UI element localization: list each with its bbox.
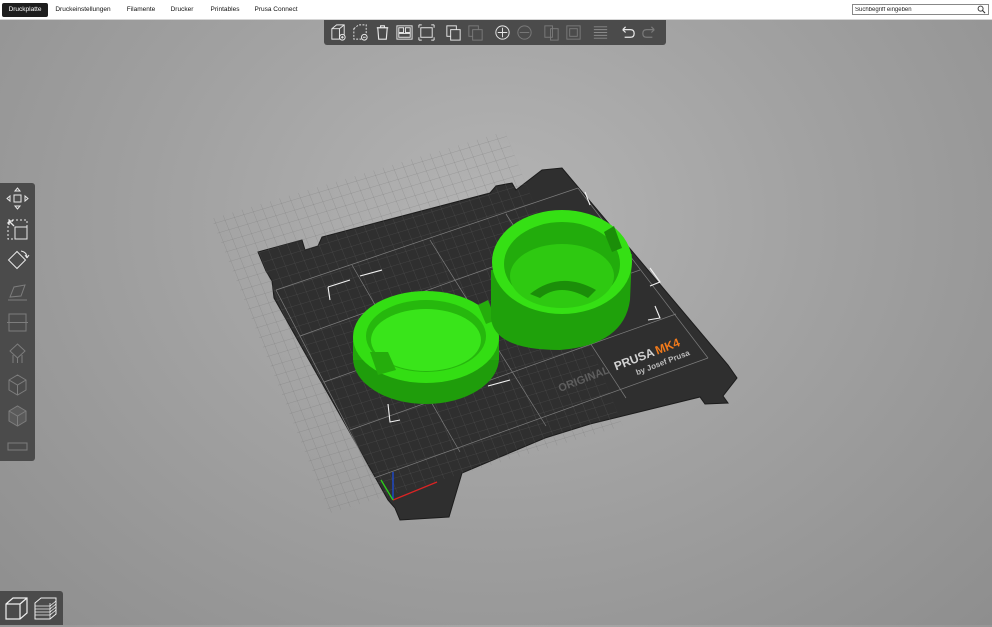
- add-object-icon: [331, 24, 346, 41]
- tab-druckeinstellungen[interactable]: Druckeinstellungen: [52, 3, 114, 17]
- 3d-view-button[interactable]: [3, 595, 30, 622]
- model-disc[interactable]: [353, 291, 499, 404]
- scale-icon: [7, 219, 28, 240]
- redo-button[interactable]: [640, 23, 659, 42]
- cut-icon: [7, 313, 28, 332]
- place-on-face-icon: [8, 284, 27, 301]
- split-to-objects-button[interactable]: [542, 23, 561, 42]
- move-icon: [6, 187, 29, 210]
- preview-icon: [34, 597, 57, 620]
- add-instance-icon: [495, 25, 510, 40]
- remove-instance-button[interactable]: [515, 23, 534, 42]
- tab-drucker[interactable]: Drucker: [166, 3, 198, 17]
- place-on-face-tool[interactable]: [5, 279, 30, 304]
- plater-toolbar: [324, 20, 666, 45]
- search-icon[interactable]: [977, 5, 986, 14]
- view-switch: [0, 591, 63, 625]
- layers-editing-icon: [593, 26, 608, 39]
- model-cup[interactable]: [491, 210, 632, 350]
- tab-filamente[interactable]: Filamente: [122, 3, 160, 17]
- split-to-parts-icon: [566, 25, 581, 40]
- supports-tool[interactable]: [5, 341, 30, 366]
- 3d-scene[interactable]: ORIGINAL PRUSA MK4 by Josef Prusa: [0, 0, 992, 625]
- search-box[interactable]: [852, 4, 989, 15]
- undo-button[interactable]: [618, 23, 637, 42]
- top-tab-bar: Druckplatte Druckeinstellungen Filamente…: [0, 0, 992, 20]
- arrange-icon: [396, 25, 413, 40]
- add-object-button[interactable]: [329, 23, 348, 42]
- mmu-paint-icon: [8, 405, 27, 427]
- delete-all-button[interactable]: [373, 23, 392, 42]
- arrange-selection-button[interactable]: [417, 23, 436, 42]
- search-input[interactable]: [855, 5, 975, 14]
- arrange-selection-icon: [418, 24, 435, 41]
- measure-icon: [7, 442, 28, 451]
- tab-druckplatte[interactable]: Druckplatte: [2, 3, 48, 17]
- move-tool[interactable]: [5, 186, 30, 211]
- rotate-icon: [7, 250, 30, 270]
- layers-editing-button[interactable]: [591, 23, 610, 42]
- undo-icon: [622, 26, 635, 38]
- paste-button[interactable]: [466, 23, 485, 42]
- rotate-tool[interactable]: [5, 248, 30, 273]
- delete-button[interactable]: [351, 23, 370, 42]
- copy-button[interactable]: [444, 23, 463, 42]
- cut-tool[interactable]: [5, 310, 30, 335]
- arrange-button[interactable]: [395, 23, 414, 42]
- add-instance-button[interactable]: [493, 23, 512, 42]
- remove-instance-icon: [517, 25, 532, 40]
- delete-icon: [353, 24, 368, 41]
- scale-tool[interactable]: [5, 217, 30, 242]
- delete-all-icon: [376, 25, 389, 40]
- paste-icon: [468, 25, 483, 41]
- split-to-parts-button[interactable]: [564, 23, 583, 42]
- measure-tool[interactable]: [5, 434, 30, 459]
- supports-icon: [9, 343, 26, 363]
- gizmo-toolbar: [0, 183, 35, 461]
- tab-printables[interactable]: Printables: [206, 3, 244, 17]
- seam-tool[interactable]: [5, 372, 30, 397]
- 3d-view-icon: [5, 597, 28, 620]
- tab-prusa-connect[interactable]: Prusa Connect: [252, 3, 300, 17]
- seam-icon: [8, 374, 27, 396]
- mmu-paint-tool[interactable]: [5, 403, 30, 428]
- preview-button[interactable]: [32, 595, 59, 622]
- copy-icon: [446, 25, 461, 41]
- redo-icon: [642, 26, 655, 38]
- split-to-objects-icon: [544, 25, 559, 41]
